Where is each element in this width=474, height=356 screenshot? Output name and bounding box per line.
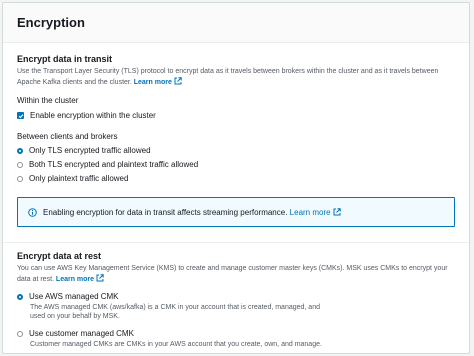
section-divider [3,242,469,243]
panel-title: Encryption [17,15,85,30]
radio-plaintext-only[interactable]: Only plaintext traffic allowed [17,173,455,184]
info-icon [28,207,37,217]
rest-description: You can use AWS Key Management Service (… [17,264,455,285]
within-cluster-checkbox-label: Enable encryption within the cluster [30,111,156,120]
aws-managed-cmk-description: The AWS managed CMK (aws/kafka) is a CMK… [30,304,320,320]
transit-description-text: Use the Transport Layer Security (TLS) p… [17,68,439,86]
customer-managed-cmk-description: Customer managed CMKs are CMKs in your A… [30,341,322,348]
radio-customer-managed-cmk[interactable]: Use customer managed CMK [17,328,455,339]
external-link-icon [333,207,341,215]
radio-plaintext-only-label: Only plaintext traffic allowed [29,174,129,183]
external-link-icon [96,274,104,282]
panel-content: Encrypt data in transit Use the Transpor… [3,43,469,349]
clients-brokers-label: Between clients and brokers [17,132,118,141]
radio-tls-and-plaintext-button[interactable] [17,161,23,168]
info-alert: Enabling encryption for data in transit … [17,197,455,227]
transit-heading: Encrypt data in transit [17,54,113,64]
radio-customer-managed-cmk-button[interactable] [17,330,23,337]
radio-tls-and-plaintext-label: Both TLS encrypted and plaintext traffic… [29,160,199,169]
transit-description: Use the Transport Layer Security (TLS) p… [17,67,455,88]
within-cluster-checkbox-row[interactable]: Enable encryption within the cluster [17,110,455,121]
transit-learn-more-link[interactable]: Learn more [133,77,182,86]
transit-learn-more-label: Learn more [133,79,172,86]
radio-tls-and-plaintext[interactable]: Both TLS encrypted and plaintext traffic… [17,159,455,170]
encryption-panel: Encryption Encrypt data in transit Use t… [2,2,470,354]
radio-tls-only-label: Only TLS encrypted traffic allowed [29,146,151,155]
info-learn-more-label: Learn more [289,207,331,217]
radio-customer-managed-cmk-label: Use customer managed CMK [29,329,134,338]
info-learn-more-link[interactable]: Learn more [290,208,341,217]
rest-learn-more-label: Learn more [55,276,95,283]
within-cluster-checkbox[interactable] [17,112,24,119]
rest-heading: Encrypt data at rest [17,251,102,261]
radio-tls-only[interactable]: Only TLS encrypted traffic allowed [17,145,455,156]
radio-tls-only-button[interactable] [17,147,23,154]
within-cluster-label: Within the cluster [17,96,79,105]
check-icon [18,113,23,118]
panel-header: Encryption [3,3,469,43]
radio-plaintext-only-button[interactable] [17,175,23,182]
radio-aws-managed-cmk-label: Use AWS managed CMK [29,292,119,301]
rest-learn-more-link[interactable]: Learn more [55,274,104,283]
external-link-icon [174,77,182,85]
radio-aws-managed-cmk[interactable]: Use AWS managed CMK [17,291,455,302]
radio-aws-managed-cmk-button[interactable] [17,293,23,300]
info-text: Enabling encryption for data in transit … [43,207,288,217]
